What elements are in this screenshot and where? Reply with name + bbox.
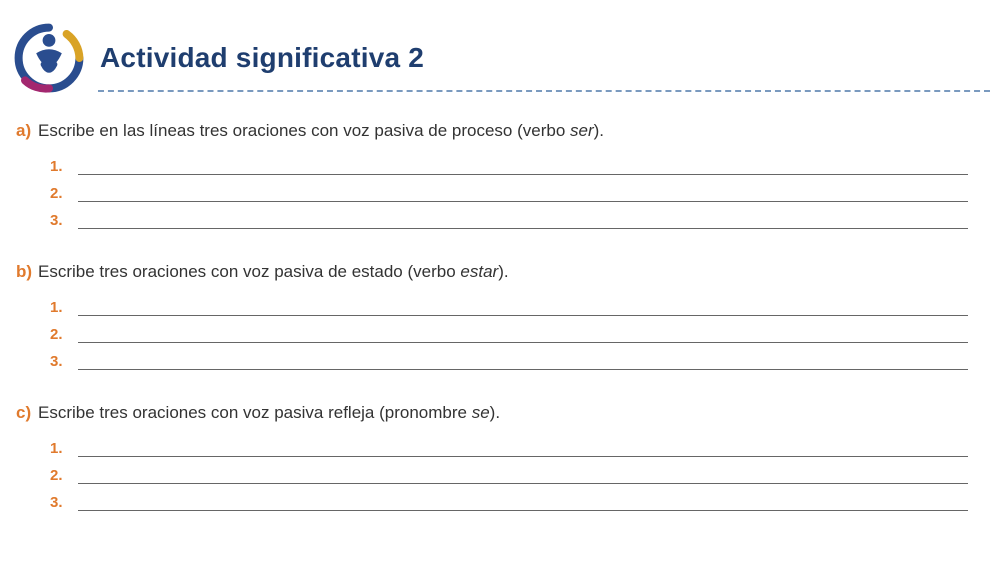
write-line[interactable]	[78, 212, 968, 229]
prompt-post: ).	[498, 262, 508, 281]
answer-line: 1.	[50, 440, 978, 457]
prompt-letter: b)	[16, 262, 38, 282]
prompt-row: a) Escribe en las líneas tres oraciones …	[16, 120, 978, 142]
prompt-text: Escribe tres oraciones con voz pasiva re…	[38, 402, 500, 424]
prompt-em: ser	[570, 121, 594, 140]
line-number: 2.	[50, 185, 74, 202]
write-line[interactable]	[78, 326, 968, 343]
write-line[interactable]	[78, 185, 968, 202]
prompt-em: estar	[460, 262, 498, 281]
activity-logo	[8, 18, 90, 98]
line-number: 2.	[50, 467, 74, 484]
prompt-pre: Escribe tres oraciones con voz pasiva de…	[38, 262, 460, 281]
answer-lines: 1. 2. 3.	[16, 440, 978, 511]
prompt-row: b) Escribe tres oraciones con voz pasiva…	[16, 261, 978, 283]
write-line[interactable]	[78, 158, 968, 175]
answer-line: 1.	[50, 299, 978, 316]
prompt-letter: c)	[16, 403, 38, 423]
prompt-text: Escribe tres oraciones con voz pasiva de…	[38, 261, 509, 283]
line-number: 3.	[50, 494, 74, 511]
answer-line: 3.	[50, 494, 978, 511]
answer-line: 2.	[50, 326, 978, 343]
prompt-post: ).	[490, 403, 500, 422]
answer-lines: 1. 2. 3.	[16, 299, 978, 370]
answer-line: 2.	[50, 467, 978, 484]
line-number: 2.	[50, 326, 74, 343]
activity-body: a) Escribe en las líneas tres oraciones …	[0, 120, 990, 511]
line-number: 3.	[50, 353, 74, 370]
prompt-row: c) Escribe tres oraciones con voz pasiva…	[16, 402, 978, 424]
write-line[interactable]	[78, 494, 968, 511]
prompt-letter: a)	[16, 121, 38, 141]
prompt-text: Escribe en las líneas tres oraciones con…	[38, 120, 604, 142]
line-number: 1.	[50, 299, 74, 316]
answer-line: 3.	[50, 212, 978, 229]
activity-header: Actividad significativa 2	[0, 18, 990, 98]
section-c: c) Escribe tres oraciones con voz pasiva…	[16, 402, 978, 511]
line-number: 3.	[50, 212, 74, 229]
line-number: 1.	[50, 158, 74, 175]
header-divider	[98, 90, 990, 92]
write-line[interactable]	[78, 467, 968, 484]
write-line[interactable]	[78, 353, 968, 370]
prompt-pre: Escribe tres oraciones con voz pasiva re…	[38, 403, 472, 422]
answer-line: 3.	[50, 353, 978, 370]
answer-lines: 1. 2. 3.	[16, 158, 978, 229]
prompt-post: ).	[594, 121, 604, 140]
line-number: 1.	[50, 440, 74, 457]
activity-title: Actividad significativa 2	[100, 42, 424, 74]
write-line[interactable]	[78, 299, 968, 316]
answer-line: 2.	[50, 185, 978, 202]
section-b: b) Escribe tres oraciones con voz pasiva…	[16, 261, 978, 370]
prompt-pre: Escribe en las líneas tres oraciones con…	[38, 121, 570, 140]
answer-line: 1.	[50, 158, 978, 175]
prompt-em: se	[472, 403, 490, 422]
section-a: a) Escribe en las líneas tres oraciones …	[16, 120, 978, 229]
write-line[interactable]	[78, 440, 968, 457]
